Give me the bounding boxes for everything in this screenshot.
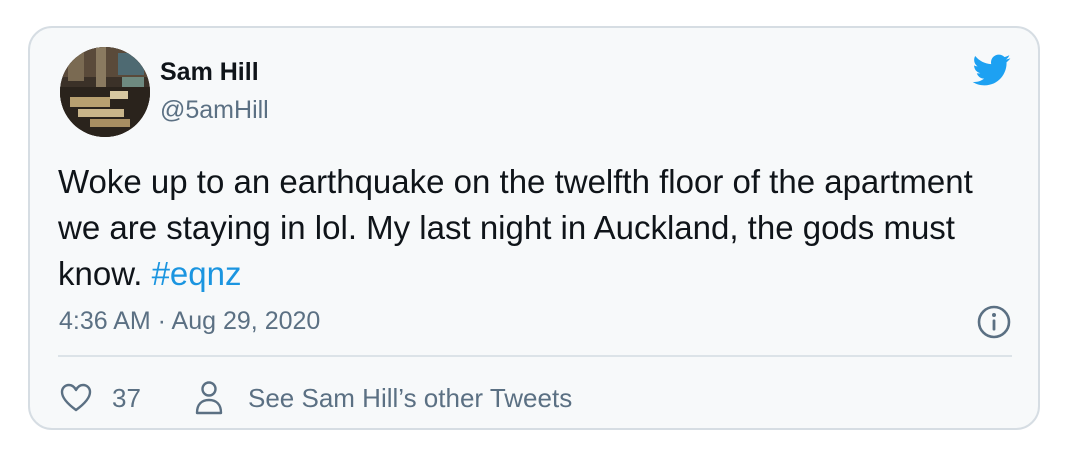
embedded-tweet-card[interactable]: Sam Hill @5amHill Woke up to an earthqua… xyxy=(28,26,1040,430)
hashtag-link[interactable]: #eqnz xyxy=(152,255,242,292)
author-handle[interactable]: @5amHill xyxy=(160,96,269,125)
twitter-bird-icon[interactable] xyxy=(968,50,1014,90)
tweet-timestamp[interactable]: 4:36 AM · Aug 29, 2020 xyxy=(59,307,320,336)
see-other-tweets-link[interactable]: See Sam Hill’s other Tweets xyxy=(194,378,572,418)
avatar-image xyxy=(60,47,150,137)
info-icon[interactable] xyxy=(976,304,1012,340)
see-other-tweets-label: See Sam Hill’s other Tweets xyxy=(248,382,573,413)
like-count: 37 xyxy=(112,382,141,413)
divider xyxy=(58,355,1012,357)
like-button[interactable]: 37 xyxy=(60,380,141,416)
heart-icon xyxy=(60,383,92,412)
person-icon xyxy=(195,381,223,415)
author-name[interactable]: Sam Hill xyxy=(160,58,259,87)
avatar[interactable] xyxy=(60,47,150,137)
tweet-text: Woke up to an earthquake on the twelfth … xyxy=(58,159,998,297)
